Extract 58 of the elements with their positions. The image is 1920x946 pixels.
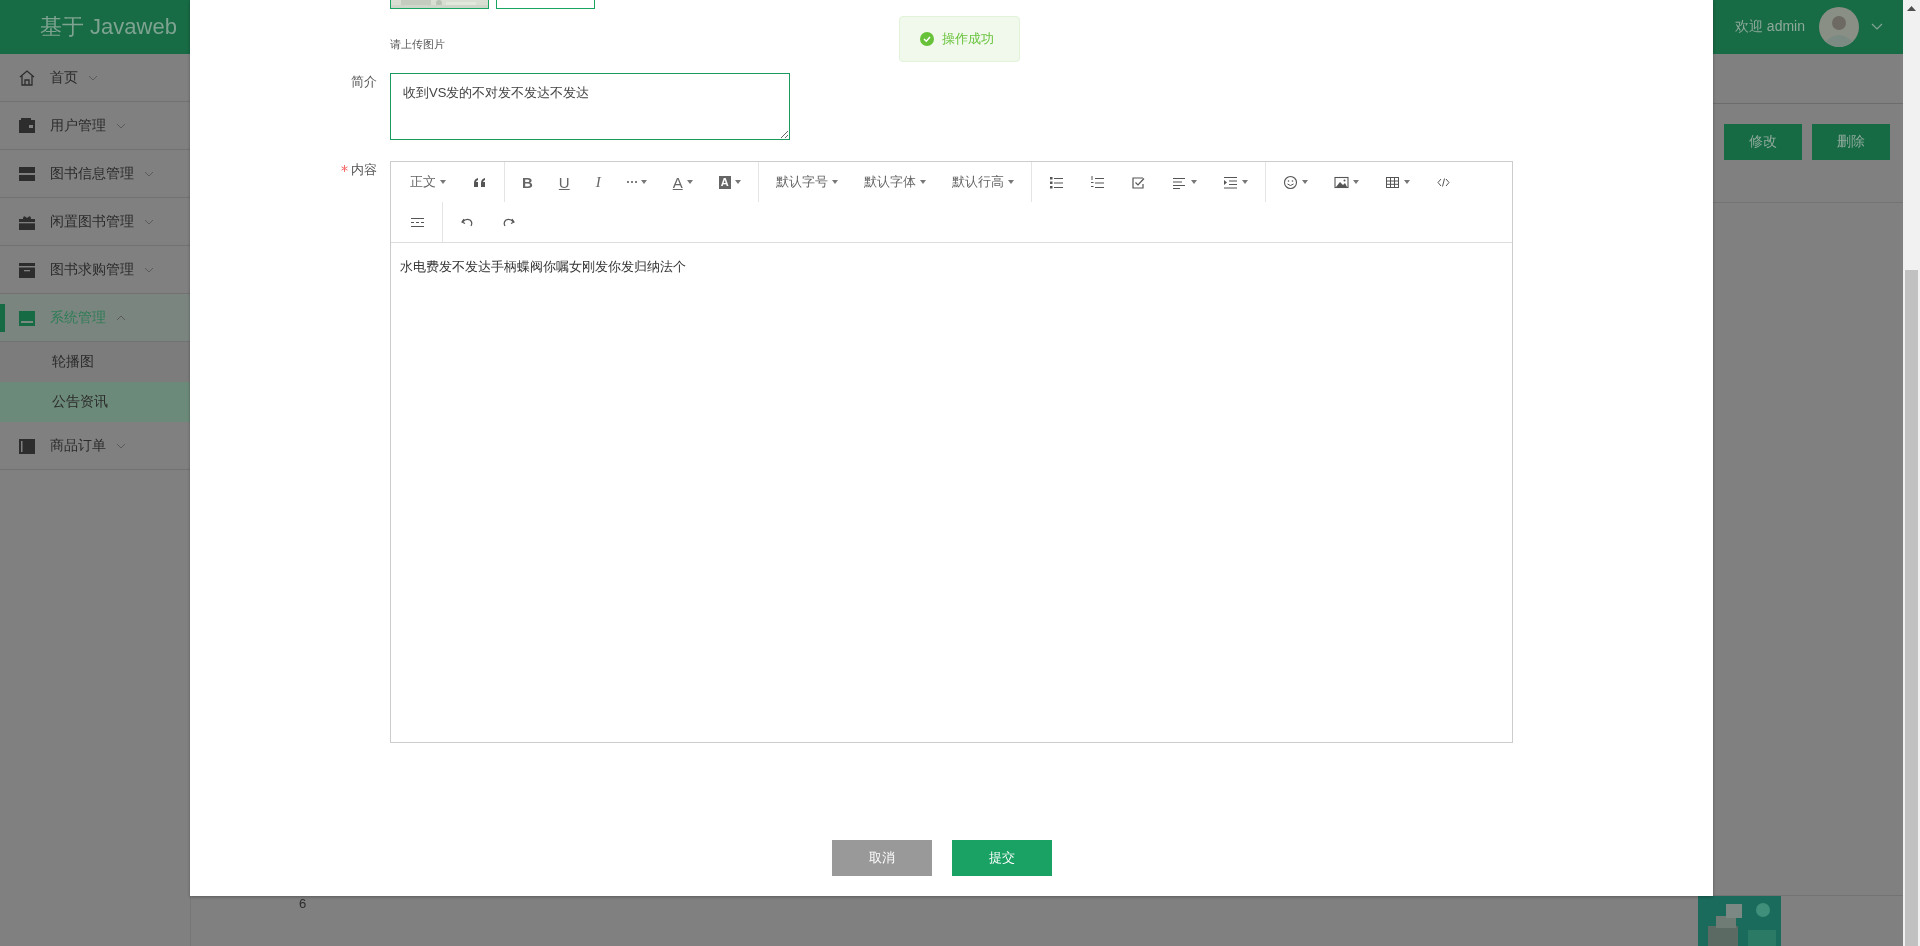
chevron-down-icon (144, 218, 154, 225)
sidebar-subitem[interactable]: 公告资讯 (0, 382, 190, 422)
chevron-up-icon (116, 314, 126, 321)
upload-hint: 请上传图片 (390, 37, 445, 51)
sidebar-item[interactable]: 商品订单 (0, 422, 190, 470)
home-icon (18, 68, 36, 87)
caret-icon (734, 180, 741, 184)
toolbar-dropdown[interactable]: 默认行高 (938, 167, 1027, 197)
active-indicator (0, 304, 5, 332)
caret-icon (1007, 180, 1014, 184)
numbered-list-icon (1089, 174, 1105, 190)
chevron-down-icon (116, 442, 126, 449)
field-label: 简介 (351, 73, 377, 91)
field-label: 内容 (351, 161, 377, 179)
caret-icon[interactable] (1871, 23, 1883, 31)
toolbar-button[interactable]: I (582, 167, 614, 197)
indent-icon (1222, 174, 1238, 190)
chevron-down-icon (144, 170, 154, 177)
caret-icon (686, 180, 693, 184)
caret-icon (919, 180, 926, 184)
caret-icon (440, 180, 446, 184)
success-icon (920, 32, 934, 46)
avatar[interactable] (1819, 7, 1859, 47)
image-icon (1333, 174, 1349, 190)
table-cell-text: 6 (298, 896, 308, 911)
toolbar-button[interactable]: A (659, 167, 706, 197)
toolbar-dropdown[interactable]: 默认字号 (762, 167, 851, 197)
bullet-list-icon (1048, 174, 1064, 190)
smiley-icon (1282, 174, 1298, 190)
caret-icon (640, 180, 647, 184)
caret-icon (1403, 180, 1410, 184)
upload-box[interactable] (496, 0, 595, 9)
caret-icon (1352, 180, 1359, 184)
editor-text[interactable]: 水电费发不发达手柄蝶阀你嘱女刚发你发归纳法个 (391, 243, 1512, 742)
caret-icon (1301, 180, 1308, 184)
toolbar-button[interactable]: A (705, 167, 754, 197)
table-icon (1384, 174, 1400, 190)
action-button[interactable]: 删除 (1812, 124, 1890, 160)
sidebar-subitem[interactable]: 轮播图 (0, 342, 190, 382)
action-button[interactable]: 修改 (1724, 124, 1802, 160)
summary-field[interactable]: 收到VS发的不对发不发达不发达 (390, 73, 790, 140)
welcome-text: 欢迎 admin (1734, 18, 1805, 36)
chevron-down-icon (88, 74, 98, 81)
toolbar-dropdown[interactable]: 正文 (397, 167, 459, 197)
caret-icon (1190, 180, 1197, 184)
toast-message: 操作成功 (942, 30, 994, 48)
caret-icon (1241, 180, 1248, 184)
toolbar-dropdown[interactable]: 默认字体 (850, 167, 939, 197)
cancel-button[interactable]: 取消 (831, 840, 932, 876)
checkbox-icon (1130, 174, 1146, 190)
chevron-down-icon (144, 266, 154, 273)
scroll-up-icon[interactable] (1907, 6, 1916, 11)
chevron-down-icon (116, 122, 126, 129)
toolbar-button[interactable]: U (545, 167, 583, 197)
caret-icon (831, 180, 838, 184)
toolbar-button[interactable]: B (509, 167, 546, 197)
app-title: 基于 Javaweb (40, 13, 177, 41)
submit-button[interactable]: 提交 (951, 840, 1052, 876)
